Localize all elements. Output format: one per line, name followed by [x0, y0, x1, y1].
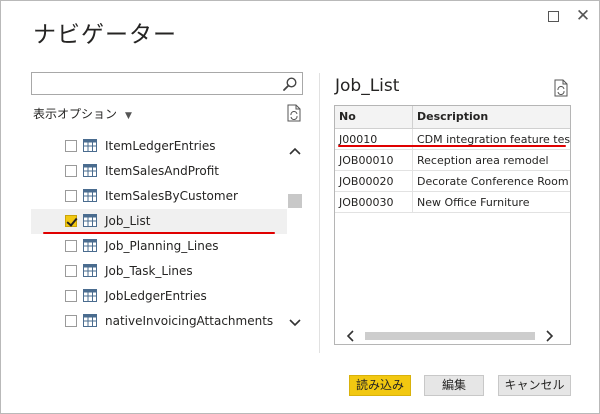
item-label: ItemSalesByCustomer [105, 189, 238, 203]
preview-title: Job_List [335, 76, 400, 96]
list-item[interactable]: ItemLedgerEntries [31, 134, 287, 159]
item-label: nativeInvoicingAttachments [105, 314, 274, 328]
list-item[interactable]: ItemSalesByCustomer [31, 184, 287, 209]
chevron-up-icon[interactable] [287, 144, 303, 160]
annotation-underline [338, 145, 566, 147]
item-checkbox[interactable] [65, 290, 77, 302]
table-cell: Reception area remodel [417, 154, 549, 167]
list-item[interactable]: Job_Planning_Lines [31, 234, 287, 259]
item-checkbox[interactable] [65, 190, 77, 202]
list-item[interactable]: nativeInvoicingAttachments [31, 309, 287, 334]
horizontal-scrollbar[interactable] [335, 328, 570, 344]
item-checkbox[interactable] [65, 265, 77, 277]
close-icon[interactable]: ✕ [572, 5, 594, 27]
list-item[interactable]: JobLedgerEntries [31, 284, 287, 309]
column-header: No [335, 106, 413, 128]
search-box [31, 72, 303, 95]
list-item[interactable]: ItemSalesAndProfit [31, 159, 287, 184]
scrollbar-thumb[interactable] [365, 332, 535, 340]
item-checkbox[interactable] [65, 315, 77, 327]
column-header: Description [417, 110, 489, 123]
item-label: ItemSalesAndProfit [105, 164, 219, 178]
table-row: JOB00010 Reception area remodel [335, 150, 570, 171]
refresh-icon[interactable] [286, 104, 302, 122]
table-icon [83, 314, 97, 327]
list-item-selected[interactable]: Job_List [31, 209, 287, 234]
table-row: JOB00020 Decorate Conference Room [335, 171, 570, 192]
grid-header: No Description [335, 106, 570, 129]
item-label: Job_Planning_Lines [105, 239, 219, 253]
item-checkbox-checked[interactable] [65, 215, 77, 227]
load-button[interactable]: 読み込み [349, 375, 411, 396]
dialog-title: ナビゲーター [33, 22, 177, 48]
navigator-tree: ItemLedgerEntries ItemSalesAndProfit Ite… [31, 134, 287, 344]
table-icon [83, 189, 97, 202]
item-checkbox[interactable] [65, 165, 77, 177]
table-cell: JOB00010 [335, 150, 413, 171]
table-icon [83, 164, 97, 177]
chevron-right-icon[interactable] [543, 330, 555, 342]
table-cell: JOB00020 [335, 171, 413, 192]
item-label: Job_Task_Lines [105, 264, 193, 278]
item-label: JobLedgerEntries [105, 289, 207, 303]
table-row: JOB00030 New Office Furniture [335, 192, 570, 213]
item-label: Job_List [105, 214, 151, 228]
vertical-scrollbar[interactable] [287, 134, 303, 344]
chevron-left-icon[interactable] [345, 330, 357, 342]
refresh-icon[interactable] [553, 79, 569, 97]
item-label: ItemLedgerEntries [105, 139, 216, 153]
table-icon [83, 264, 97, 277]
panel-divider [319, 73, 320, 353]
display-options-dropdown[interactable]: 表示オプション ▼ [33, 105, 132, 122]
item-checkbox[interactable] [65, 240, 77, 252]
scrollbar-thumb[interactable] [288, 194, 302, 208]
annotation-underline [43, 232, 275, 234]
table-icon [83, 289, 97, 302]
display-options-label: 表示オプション [33, 107, 118, 121]
table-cell: JOB00030 [335, 192, 413, 213]
chevron-down-icon: ▼ [125, 111, 132, 121]
table-cell: New Office Furniture [417, 196, 530, 209]
search-icon[interactable] [282, 76, 298, 92]
list-item[interactable]: Job_Task_Lines [31, 259, 287, 284]
chevron-down-icon[interactable] [287, 314, 303, 330]
cancel-button[interactable]: キャンセル [498, 375, 571, 396]
preview-grid: No Description J00010 CDM integration fe… [334, 105, 571, 345]
table-icon [83, 239, 97, 252]
search-input[interactable] [35, 74, 280, 93]
navigator-dialog: ナビゲーター ✕ 表示オプション ▼ ItemLedgerEntries Item… [0, 0, 600, 414]
table-cell: Decorate Conference Room [417, 175, 569, 188]
table-icon [83, 214, 97, 227]
maximize-icon[interactable] [542, 5, 564, 27]
item-checkbox[interactable] [65, 140, 77, 152]
edit-button[interactable]: 編集 [424, 375, 484, 396]
table-icon [83, 139, 97, 152]
